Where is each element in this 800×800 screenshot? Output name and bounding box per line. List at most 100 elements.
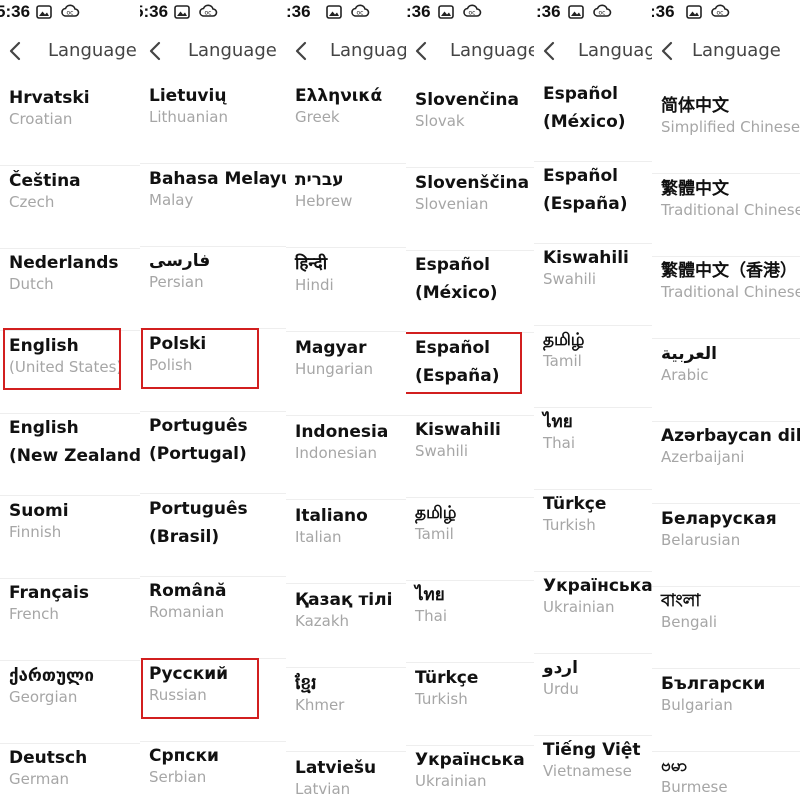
language-native-name: Español [543, 84, 618, 104]
language-option[interactable]: தமிழ் Tamil [534, 326, 652, 408]
phone-screen-4: :36 oc Language Slovenčina Slovak Slovenščina… [406, 0, 534, 800]
language-english-name: Turkish [415, 689, 468, 708]
language-option[interactable]: Nederlands Dutch [0, 249, 140, 331]
language-option[interactable]: Українська Ukrainian [534, 572, 652, 654]
language-native-name: Српски [149, 746, 219, 766]
language-option[interactable]: Русский Russian [140, 660, 286, 742]
language-option[interactable]: Українська Ukrainian [406, 746, 534, 800]
language-native-name: Қазақ тілі [295, 590, 393, 610]
language-option[interactable]: ไทย Thai [534, 408, 652, 490]
language-native-name: বাংলা [661, 591, 701, 611]
language-english-name: Hungarian [295, 360, 374, 378]
back-chevron-icon[interactable] [660, 40, 674, 66]
language-option[interactable]: Português (Brasil) [140, 495, 286, 577]
language-native-name: Беларуская [661, 508, 777, 529]
language-option[interactable]: עברית Hebrew [286, 166, 406, 248]
language-option[interactable]: Български Bulgarian [652, 670, 800, 752]
language-option[interactable]: Беларуская Belarusian [652, 505, 800, 587]
back-chevron-icon[interactable] [8, 40, 22, 66]
language-native-name: Українська [543, 576, 652, 596]
language-native-name: Kiswahili [543, 248, 629, 268]
language-option[interactable]: Српски Serbian [140, 742, 286, 800]
language-native-name: Azərbaycan dili [661, 426, 800, 446]
svg-text:oc: oc [67, 10, 74, 17]
language-option[interactable]: Français French [0, 579, 140, 661]
language-option[interactable]: اردو Urdu [534, 654, 652, 736]
language-english-name: Finnish [9, 522, 62, 541]
language-option[interactable]: Español (España) [406, 334, 534, 416]
language-option[interactable]: Suomi Finnish [0, 497, 140, 579]
language-option[interactable]: বাংলা Bengali [652, 587, 800, 669]
language-option[interactable]: Tiếng Việt Vietnamese [534, 736, 652, 800]
language-native-name: ဗမာ [661, 756, 688, 776]
language-option[interactable]: English (United States) [0, 332, 140, 414]
language-option[interactable]: Indonesia Indonesian [286, 418, 406, 500]
language-native-name: Română [149, 581, 227, 601]
status-time: :36 [286, 2, 311, 21]
language-native-name: ქართული [9, 665, 94, 686]
image-icon [326, 4, 342, 23]
language-native-name: Türkçe [415, 667, 479, 688]
language-native-name: 繁體中文（香港） [661, 261, 797, 281]
language-english-name: Ukrainian [415, 772, 487, 790]
language-option[interactable]: தமிழ் Tamil [406, 499, 534, 581]
language-option[interactable]: Slovenščina Slovenian [406, 169, 534, 251]
language-option[interactable]: ไทย Thai [406, 581, 534, 663]
language-option[interactable]: ქართული Georgian [0, 662, 140, 744]
language-option[interactable]: हिन्दी Hindi [286, 250, 406, 332]
language-native-name: Latviešu [295, 758, 377, 778]
language-option[interactable]: Қазақ тілі Kazakh [286, 586, 406, 668]
language-option[interactable]: Kiswahili Swahili [406, 416, 534, 498]
language-english-name: German [9, 770, 70, 788]
language-option[interactable]: Español (México) [406, 251, 534, 333]
language-english-name: Tamil [415, 524, 454, 543]
language-option[interactable]: Slovenčina Slovak [406, 86, 534, 168]
language-option[interactable]: 繁體中文 Traditional Chinese [652, 175, 800, 257]
language-option[interactable]: English (New Zealand) [0, 414, 140, 496]
language-option[interactable]: Bahasa Melayu Malay [140, 165, 286, 247]
language-option[interactable]: 繁體中文（香港） Traditional Chinese [652, 257, 800, 339]
language-option[interactable]: العربية Arabic [652, 340, 800, 422]
language-option[interactable]: Polski Polish [140, 330, 286, 412]
status-bar: :36 oc [652, 0, 800, 24]
language-native-name: Čeština [9, 170, 81, 191]
language-option[interactable]: Azərbaycan dili Azerbaijani [652, 422, 800, 504]
language-option[interactable]: Português (Portugal) [140, 412, 286, 494]
language-option[interactable]: Italiano Italian [286, 502, 406, 584]
language-native-name: اردو [543, 658, 578, 678]
language-native-name: Español [415, 337, 490, 358]
language-native-name-line2: (Portugal) [149, 444, 247, 464]
language-option[interactable]: Lietuvių Lithuanian [140, 82, 286, 164]
language-option[interactable]: Español (España) [534, 162, 652, 244]
language-option[interactable]: Latviešu Latvian [286, 754, 406, 800]
language-option[interactable]: فارسی Persian [140, 247, 286, 329]
language-option[interactable]: 简体中文 Simplified Chinese [652, 92, 800, 174]
language-native-name: हिन्दी [295, 254, 328, 274]
language-option[interactable]: Kiswahili Swahili [534, 244, 652, 326]
language-option[interactable]: Español (México) [534, 80, 652, 162]
back-chevron-icon[interactable] [542, 40, 556, 66]
language-option[interactable]: ဗမာ Burmese [652, 752, 800, 800]
language-option[interactable]: Magyar Hungarian [286, 334, 406, 416]
language-english-name: Tamil [543, 352, 582, 370]
language-english-name: Croatian [9, 110, 73, 128]
language-native-name: Tiếng Việt [543, 740, 641, 760]
language-option[interactable]: Hrvatski Croatian [0, 84, 140, 166]
language-option[interactable]: Deutsch German [0, 744, 140, 800]
back-chevron-icon[interactable] [294, 40, 308, 66]
language-english-name: Czech [9, 192, 55, 211]
back-chevron-icon[interactable] [148, 40, 162, 66]
language-native-name-line2: (México) [415, 283, 498, 303]
language-option[interactable]: Türkçe Turkish [406, 664, 534, 746]
language-native-name: Lietuvių [149, 86, 227, 106]
language-native-name-line2: (New Zealand) [9, 446, 140, 466]
language-native-name: Deutsch [9, 748, 88, 768]
language-option[interactable]: Română Romanian [140, 577, 286, 659]
back-chevron-icon[interactable] [414, 40, 428, 66]
language-option[interactable]: Türkçe Turkish [534, 490, 652, 572]
language-option[interactable]: Čeština Czech [0, 167, 140, 249]
language-option[interactable]: ខ្មែរ Khmer [286, 670, 406, 752]
language-option[interactable]: Ελληνικά Greek [286, 82, 406, 164]
language-english-name: Swahili [415, 442, 468, 460]
language-english-name: Slovak [415, 112, 465, 130]
